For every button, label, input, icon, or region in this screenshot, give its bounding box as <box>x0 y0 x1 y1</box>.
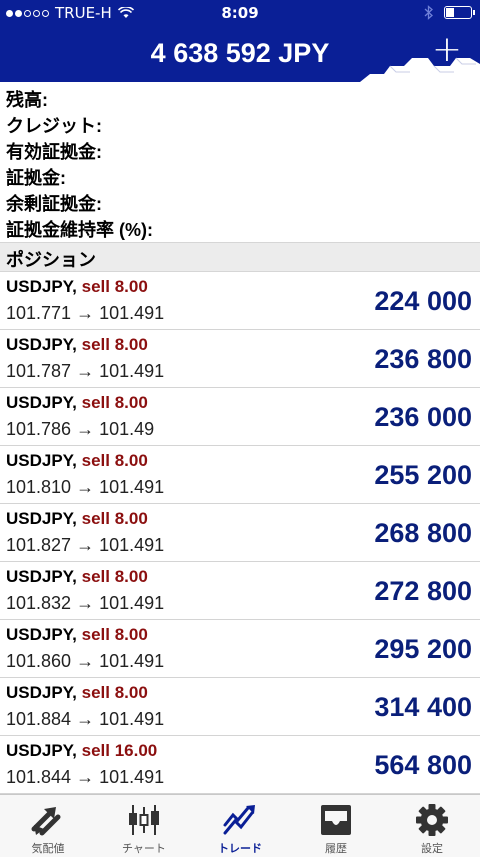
positions-list[interactable]: USDJPY, sell 8.00 101.771 → 101.491 224 … <box>0 272 480 794</box>
balance-label: 残高: <box>6 90 48 110</box>
position-side: sell 8.00 <box>81 451 148 470</box>
position-symbol-line: USDJPY, sell 8.00 <box>6 451 148 471</box>
status-bar: TRUE-H 8:09 <box>0 0 480 26</box>
position-profit: 314 400 <box>374 692 472 722</box>
position-side: sell 8.00 <box>81 509 148 528</box>
position-side: sell 8.00 <box>81 683 148 702</box>
quotes-icon <box>31 807 61 836</box>
tab-bar: 気配値 チャート トレード 履歴 設定 <box>0 794 480 857</box>
position-profit: 255 200 <box>374 460 472 490</box>
position-profit: 268 800 <box>374 518 472 548</box>
position-row[interactable]: USDJPY, sell 8.00 101.810 → 101.491 255 … <box>0 446 480 504</box>
history-icon <box>321 805 351 835</box>
position-symbol-line: USDJPY, sell 8.00 <box>6 335 148 355</box>
position-profit: 564 800 <box>374 750 472 780</box>
chart-icon <box>129 805 159 835</box>
tab-settings[interactable]: 設定 <box>384 795 480 857</box>
trade-icon <box>223 805 255 835</box>
position-side: sell 8.00 <box>81 335 148 354</box>
position-symbol-line: USDJPY, sell 8.00 <box>6 625 148 645</box>
position-symbol-line: USDJPY, sell 8.00 <box>6 683 148 703</box>
position-symbol: USDJPY, <box>6 393 77 412</box>
status-time: 8:09 <box>221 4 259 22</box>
tab-quotes[interactable]: 気配値 <box>0 795 96 857</box>
position-side: sell 8.00 <box>81 625 148 644</box>
position-symbol: USDJPY, <box>6 277 77 296</box>
position-row[interactable]: USDJPY, sell 8.00 101.787 → 101.491 236 … <box>0 330 480 388</box>
tab-chart-label: チャート <box>122 842 166 855</box>
credit-label: クレジット: <box>6 116 102 136</box>
tab-quotes-label: 気配値 <box>31 842 65 855</box>
position-prices: 101.884 → 101.491 <box>6 709 165 729</box>
position-symbol: USDJPY, <box>6 683 77 702</box>
tab-history-label: 履歴 <box>325 842 347 855</box>
settings-icon <box>416 804 448 836</box>
tab-chart[interactable]: チャート <box>96 795 192 857</box>
add-order-button[interactable]: + <box>432 32 462 68</box>
position-row[interactable]: USDJPY, sell 8.00 101.827 → 101.491 268 … <box>0 504 480 562</box>
tab-trade-label: トレード <box>218 842 262 855</box>
position-side: sell 8.00 <box>81 277 148 296</box>
position-prices: 101.860 → 101.491 <box>6 651 165 671</box>
positions-section-title: ポジション <box>6 250 96 270</box>
tab-history[interactable]: 履歴 <box>288 795 384 857</box>
position-side: sell 16.00 <box>81 741 158 760</box>
position-symbol: USDJPY, <box>6 509 77 528</box>
position-symbol: USDJPY, <box>6 451 77 470</box>
position-prices: 101.827 → 101.491 <box>6 535 165 555</box>
position-row[interactable]: USDJPY, sell 8.00 101.786 → 101.49 236 0… <box>0 388 480 446</box>
tab-trade[interactable]: トレード <box>192 795 288 857</box>
margin-label: 証拠金: <box>6 168 66 188</box>
position-symbol-line: USDJPY, sell 8.00 <box>6 393 148 413</box>
status-right <box>424 5 475 20</box>
position-prices: 101.832 → 101.491 <box>6 593 165 613</box>
position-row[interactable]: USDJPY, sell 8.00 101.884 → 101.491 314 … <box>0 678 480 736</box>
position-prices: 101.787 → 101.491 <box>6 361 165 381</box>
position-row[interactable]: USDJPY, sell 16.00 101.844 → 101.491 564… <box>0 736 480 794</box>
position-symbol: USDJPY, <box>6 335 77 354</box>
position-symbol-line: USDJPY, sell 8.00 <box>6 509 148 529</box>
position-symbol: USDJPY, <box>6 625 77 644</box>
position-symbol-line: USDJPY, sell 8.00 <box>6 277 148 297</box>
battery-icon <box>444 6 475 19</box>
position-symbol-line: USDJPY, sell 8.00 <box>6 567 148 587</box>
position-row[interactable]: USDJPY, sell 8.00 101.771 → 101.491 224 … <box>0 272 480 330</box>
equity-label: 有効証拠金: <box>6 142 102 162</box>
position-side: sell 8.00 <box>81 567 148 586</box>
position-profit: 272 800 <box>374 576 472 606</box>
position-row[interactable]: USDJPY, sell 8.00 101.860 → 101.491 295 … <box>0 620 480 678</box>
positions-section-header: ポジション <box>0 242 480 272</box>
position-symbol: USDJPY, <box>6 741 77 760</box>
hexagon-pattern-decoration <box>360 57 480 82</box>
position-profit: 236 000 <box>374 402 472 432</box>
position-prices: 101.810 → 101.491 <box>6 477 165 497</box>
free-margin-label: 余剰証拠金: <box>6 194 102 214</box>
position-profit: 236 800 <box>374 344 472 374</box>
position-symbol: USDJPY, <box>6 567 77 586</box>
position-side: sell 8.00 <box>81 393 148 412</box>
tab-settings-label: 設定 <box>421 842 443 855</box>
margin-level-label: 証拠金維持率 (%): <box>6 220 153 240</box>
account-summary: 残高: クレジット: 有効証拠金: 証拠金: 余剰証拠金: 証拠金維持率 (%)… <box>0 82 480 242</box>
bluetooth-icon <box>424 5 433 20</box>
position-profit: 224 000 <box>374 286 472 316</box>
position-symbol-line: USDJPY, sell 16.00 <box>6 741 157 761</box>
position-row[interactable]: USDJPY, sell 8.00 101.832 → 101.491 272 … <box>0 562 480 620</box>
position-profit: 295 200 <box>374 634 472 664</box>
position-prices: 101.786 → 101.49 <box>6 419 155 439</box>
position-prices: 101.771 → 101.491 <box>6 303 165 323</box>
app-header: 4 638 592 JPY + <box>0 26 480 82</box>
position-prices: 101.844 → 101.491 <box>6 767 165 787</box>
